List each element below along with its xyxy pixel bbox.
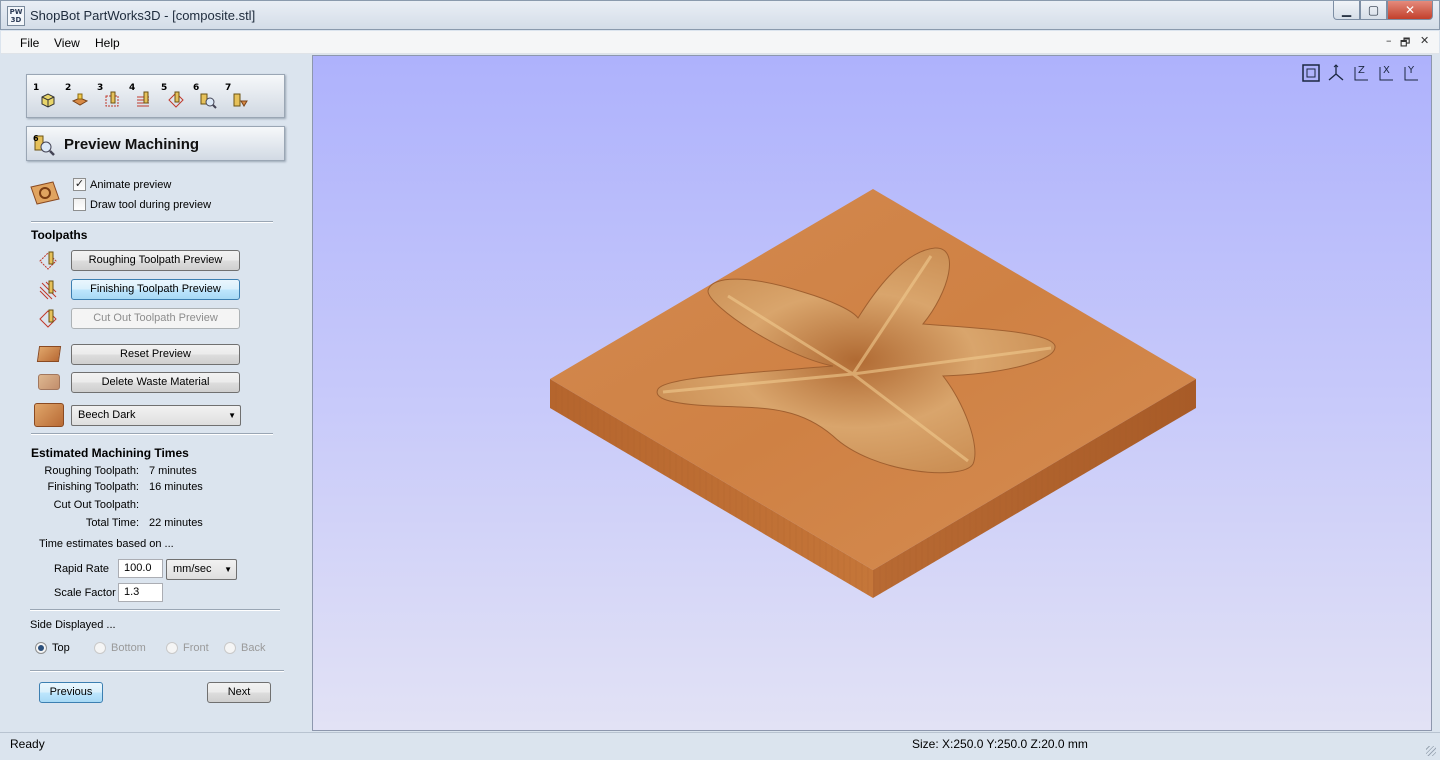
- menu-help[interactable]: Help: [95, 36, 120, 50]
- roughing-time-value: 7 minutes: [149, 465, 197, 477]
- material-select-value: Beech Dark: [78, 409, 136, 421]
- finishing-toolpath-icon: [137, 91, 149, 107]
- previous-button[interactable]: Previous: [39, 682, 103, 703]
- draw-tool-checkbox[interactable]: Draw tool during preview: [73, 198, 211, 211]
- divider: [30, 609, 280, 611]
- animate-preview-icon: [30, 181, 60, 205]
- resize-grip-icon[interactable]: [1426, 746, 1436, 756]
- preview-machining-icon: 6: [33, 134, 55, 156]
- menu-file[interactable]: File: [20, 36, 39, 50]
- roughing-preview-button[interactable]: Roughing Toolpath Preview: [71, 250, 240, 271]
- 3d-viewport[interactable]: Z X Y: [312, 55, 1432, 731]
- cutout-preview-button[interactable]: Cut Out Toolpath Preview: [71, 308, 240, 329]
- radio-selected: [35, 642, 47, 654]
- app-logo-icon: PW 3D: [7, 6, 25, 26]
- side-back-radio[interactable]: Back: [224, 642, 265, 654]
- mdi-close-button[interactable]: ✕: [1420, 34, 1429, 47]
- side-bottom-label: Bottom: [111, 642, 146, 654]
- cutout-toolpath-icon: [39, 309, 57, 328]
- reset-preview-button[interactable]: Reset Preview: [71, 344, 240, 365]
- step-3-button[interactable]: 3: [97, 83, 123, 111]
- scale-factor-input[interactable]: 1.3: [118, 583, 163, 602]
- close-button[interactable]: ✕: [1387, 1, 1433, 20]
- model-size-readout: Size: X:250.0 Y:250.0 Z:20.0 mm: [912, 737, 1088, 751]
- animate-preview-checkbox[interactable]: ✓ Animate preview: [73, 178, 171, 191]
- time-estimates-note: Time estimates based on ...: [39, 538, 174, 550]
- menu-bar: File View Help – 🗗 ✕: [1, 31, 1439, 54]
- radio-unselected: [94, 642, 106, 654]
- roughing-toolpath-icon: [105, 91, 119, 107]
- cutout-toolpath-icon: [168, 91, 184, 108]
- left-panel: 1 2 3 4 5 6 7 6 Preview Machining ✓ Anim…: [8, 55, 308, 731]
- step-toolbar: 1 2 3 4 5 6 7: [26, 74, 285, 118]
- divider: [31, 433, 273, 435]
- panel-title: Preview Machining: [64, 136, 200, 153]
- side-displayed-heading: Side Displayed ...: [30, 619, 116, 631]
- total-time-value: 22 minutes: [149, 517, 203, 529]
- delete-waste-button[interactable]: Delete Waste Material: [71, 372, 240, 393]
- chevron-down-icon: ▼: [224, 565, 232, 574]
- roughing-time-label: Roughing Toolpath:: [44, 465, 139, 477]
- rapid-rate-unit-select[interactable]: mm/sec ▼: [166, 559, 237, 580]
- side-top-radio[interactable]: Top: [35, 642, 70, 654]
- side-top-label: Top: [52, 642, 70, 654]
- title-bar: PW 3D ShopBot PartWorks3D - [composite.st…: [0, 0, 1440, 30]
- import-model-icon: [71, 93, 89, 106]
- material-setup-icon: [41, 93, 55, 108]
- finishing-preview-button[interactable]: Finishing Toolpath Preview: [71, 279, 240, 300]
- checkbox-checked: ✓: [73, 178, 86, 191]
- wood-model-render: [550, 189, 1196, 598]
- radio-unselected: [166, 642, 178, 654]
- step-1-button[interactable]: 1: [33, 83, 59, 111]
- step-5-button[interactable]: 5: [161, 83, 187, 111]
- divider: [31, 221, 273, 223]
- finishing-toolpath-icon: [39, 280, 57, 300]
- step-4-button[interactable]: 4: [129, 83, 155, 111]
- finishing-time-value: 16 minutes: [149, 481, 203, 493]
- mdi-minimize-button[interactable]: –: [1386, 34, 1392, 47]
- menu-view[interactable]: View: [54, 36, 80, 50]
- rapid-rate-input[interactable]: 100.0: [118, 559, 163, 578]
- finishing-time-label: Finishing Toolpath:: [47, 481, 139, 493]
- step-6-button[interactable]: 6: [193, 83, 219, 111]
- side-back-label: Back: [241, 642, 266, 654]
- side-bottom-radio[interactable]: Bottom: [94, 642, 146, 654]
- minimize-button[interactable]: ▁: [1333, 1, 1360, 20]
- preview-machining-icon: [200, 93, 217, 109]
- roughing-toolpath-icon: [39, 251, 57, 270]
- divider: [30, 670, 284, 672]
- next-button[interactable]: Next: [207, 682, 271, 703]
- material-select[interactable]: Beech Dark ▼: [71, 405, 241, 426]
- chevron-down-icon: ▼: [228, 411, 236, 420]
- side-front-radio[interactable]: Front: [166, 642, 209, 654]
- radio-unselected: [224, 642, 236, 654]
- status-text: Ready: [10, 737, 45, 751]
- material-swatch-icon: [34, 403, 64, 427]
- save-toolpath-icon: [233, 93, 248, 107]
- toolpaths-heading: Toolpaths: [31, 228, 88, 242]
- total-time-label: Total Time:: [85, 517, 139, 529]
- window-controls: ▁ ▢ ✕: [1333, 1, 1433, 20]
- checkbox-unchecked: [73, 198, 86, 211]
- times-heading: Estimated Machining Times: [31, 446, 189, 460]
- scale-factor-label: Scale Factor: [54, 587, 116, 599]
- panel-header: 6 Preview Machining: [26, 126, 285, 161]
- unit-select-value: mm/sec: [173, 563, 212, 575]
- reset-preview-icon: [36, 346, 62, 362]
- side-front-label: Front: [183, 642, 209, 654]
- rapid-rate-label: Rapid Rate: [54, 563, 110, 575]
- window-title: ShopBot PartWorks3D - [composite.stl]: [30, 8, 256, 23]
- step-2-button[interactable]: 2: [65, 83, 91, 111]
- delete-waste-icon: [38, 374, 60, 390]
- step-7-button[interactable]: 7: [225, 83, 251, 111]
- draw-tool-label: Draw tool during preview: [90, 198, 212, 211]
- status-bar: Ready Size: X:250.0 Y:250.0 Z:20.0 mm: [0, 732, 1440, 760]
- maximize-button[interactable]: ▢: [1360, 1, 1387, 20]
- cutout-time-label: Cut Out Toolpath:: [53, 499, 139, 511]
- animate-preview-label: Animate preview: [90, 178, 172, 191]
- svg-text:6: 6: [33, 134, 39, 143]
- mdi-restore-button[interactable]: 🗗: [1400, 34, 1410, 53]
